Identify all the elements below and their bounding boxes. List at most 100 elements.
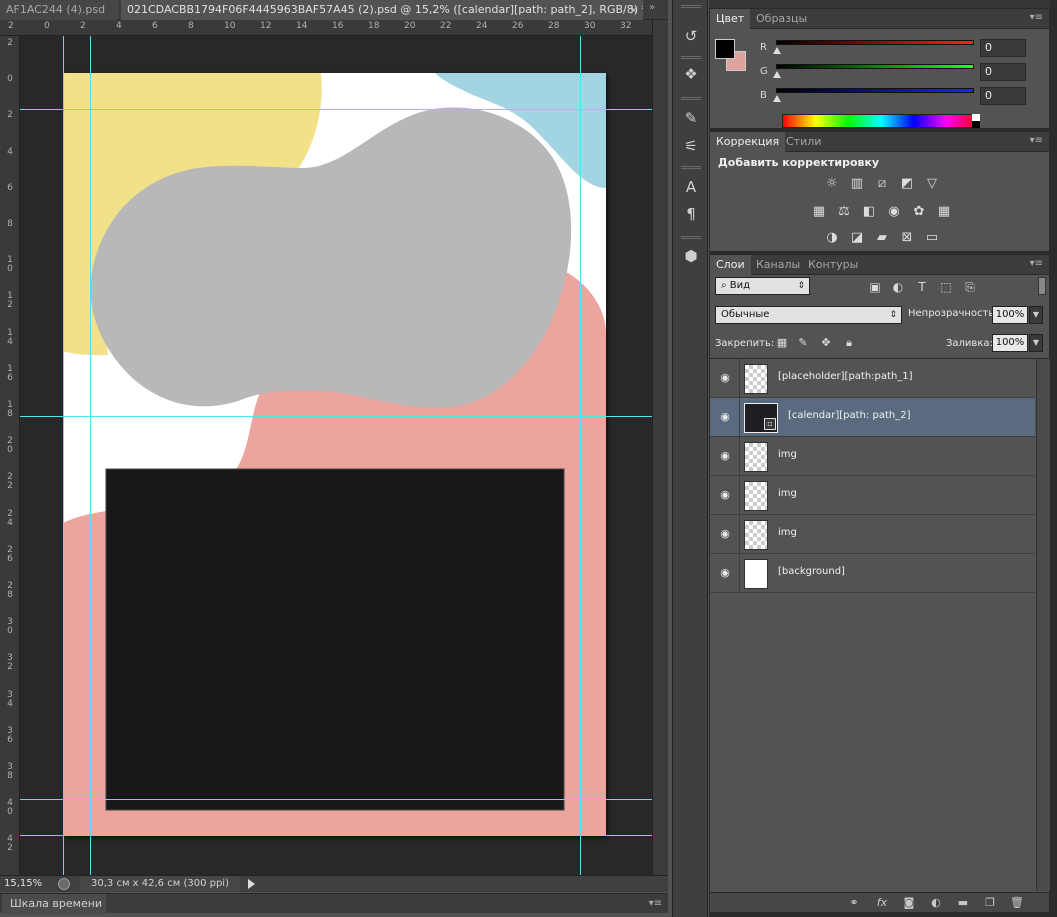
color-lookup-icon[interactable]: ▦ — [935, 204, 953, 220]
lock-all-icon[interactable]: 🔒︎ — [842, 336, 856, 350]
filter-smart-object-icon[interactable]: ⎘ — [962, 279, 978, 295]
blend-mode-select[interactable]: Обычные ⇕ — [715, 306, 902, 324]
delete-icon[interactable]: 🗑︎ — [1009, 895, 1025, 911]
red-slider-thumb[interactable] — [773, 47, 781, 54]
layer-kind-filter[interactable]: ⌕ Вид ⇕ — [715, 277, 810, 295]
guide-vertical[interactable] — [63, 36, 64, 875]
hue-saturation-icon[interactable]: ▦ — [810, 204, 828, 220]
red-value-field[interactable]: 0 — [980, 39, 1026, 57]
tab-styles[interactable]: Стили — [780, 132, 827, 152]
green-value-field[interactable]: 0 — [980, 63, 1026, 81]
green-channel-slider[interactable] — [776, 64, 974, 69]
blue-channel-slider[interactable] — [776, 88, 974, 93]
panel-menu-icon[interactable]: ▾≡ — [1030, 135, 1043, 146]
dock-grip[interactable] — [681, 166, 701, 169]
tab-layers[interactable]: Слои — [710, 255, 751, 275]
3d-object-icon[interactable]: ❖ — [678, 62, 704, 86]
document-tab-1[interactable]: AF1AC244 (4).psd — [0, 0, 118, 20]
lock-pixels-icon[interactable]: ✎ — [796, 336, 810, 350]
canvas-area[interactable] — [20, 36, 652, 875]
character-icon[interactable]: A — [678, 175, 704, 199]
black-white-icon[interactable]: ◧ — [860, 204, 878, 220]
ruler-vertical[interactable]: 2 0 2 4 6 8 1 0 1 2 1 4 1 6 1 8 2 0 2 2 2 4 2 6 2 8 3 0 3… — [0, 36, 20, 875]
panel-dock-grip[interactable] — [709, 0, 1050, 8]
brush-presets-icon[interactable]: ✎ — [678, 106, 704, 130]
threshold-icon[interactable]: ▰ — [873, 230, 891, 246]
exposure-icon[interactable]: ◩ — [898, 176, 916, 192]
layer-row[interactable]: ◉ img — [710, 476, 1035, 515]
tab-adjustments[interactable]: Коррекция — [710, 132, 786, 152]
blue-slider-thumb[interactable] — [773, 95, 781, 102]
document-canvas[interactable] — [63, 73, 606, 836]
tab-swatches[interactable]: Образцы — [750, 9, 813, 29]
visibility-eye-icon[interactable]: ◉ — [717, 410, 733, 424]
guide-vertical[interactable] — [580, 36, 581, 875]
guide-horizontal[interactable] — [20, 799, 652, 800]
filter-pixel-icon[interactable]: ▣ — [867, 279, 883, 295]
close-tab-icon[interactable]: × — [629, 0, 639, 20]
ruler-horizontal[interactable]: 2 0 2 4 6 8 10 12 14 16 18 20 22 24 26 28 30 32 — [0, 20, 652, 36]
selective-color-icon[interactable]: ⊠ — [898, 230, 916, 246]
panel-menu-icon[interactable]: ▾≡ — [649, 898, 662, 909]
double-chevron-right-icon[interactable]: » — [649, 2, 655, 13]
panel-menu-icon[interactable]: ▾≡ — [1030, 12, 1043, 23]
panel-menu-icon[interactable]: ▾≡ — [1030, 258, 1043, 269]
filter-toggle-switch[interactable] — [1038, 277, 1046, 295]
zoom-field[interactable]: 15,15% — [4, 876, 50, 892]
opacity-dropdown-icon[interactable]: ▼ — [1029, 306, 1043, 324]
history-brush-icon[interactable]: ↺ — [678, 24, 704, 48]
visibility-eye-icon[interactable]: ◉ — [717, 527, 733, 541]
tab-channels[interactable]: Каналы — [750, 255, 806, 275]
red-channel-slider[interactable] — [776, 40, 974, 45]
timeline-tab[interactable]: Шкала времени — [2, 894, 106, 914]
guide-horizontal[interactable] — [20, 416, 652, 417]
status-info-icon[interactable] — [58, 878, 70, 890]
curves-icon[interactable]: ⧄ — [873, 176, 891, 192]
dock-grip[interactable] — [681, 56, 701, 59]
clone-source-icon[interactable]: ⚟ — [678, 134, 704, 158]
lock-position-icon[interactable]: ✥ — [819, 336, 833, 350]
gradient-map-icon[interactable]: ▭ — [923, 230, 941, 246]
posterize-icon[interactable]: ◪ — [848, 230, 866, 246]
layer-row[interactable]: ◉ img — [710, 515, 1035, 554]
layer-row[interactable]: ◉ img — [710, 437, 1035, 476]
fill-field[interactable]: 100% — [992, 334, 1028, 352]
add-mask-icon[interactable]: ◙ — [901, 895, 917, 911]
fill-dropdown-icon[interactable]: ▼ — [1029, 334, 1043, 352]
photo-filter-icon[interactable]: ◉ — [885, 204, 903, 220]
invert-icon[interactable]: ◑ — [823, 230, 841, 246]
layer-row[interactable]: ◉ [background] — [710, 554, 1035, 593]
dock-grip[interactable] — [681, 97, 701, 100]
opacity-field[interactable]: 100% — [992, 306, 1028, 324]
tab-color[interactable]: Цвет — [710, 9, 751, 29]
green-slider-thumb[interactable] — [773, 71, 781, 78]
guide-horizontal[interactable] — [20, 835, 652, 836]
levels-icon[interactable]: ▥ — [848, 176, 866, 192]
layer-row[interactable]: ◉ [placeholder][path:path_1] — [710, 359, 1035, 398]
fx-icon[interactable]: fx — [874, 895, 890, 911]
filter-shape-icon[interactable]: ⬚ — [938, 279, 954, 295]
dock-grip[interactable] — [681, 236, 701, 239]
black-white-ramp[interactable] — [972, 114, 980, 128]
guide-horizontal[interactable] — [20, 109, 652, 110]
visibility-eye-icon[interactable]: ◉ — [717, 371, 733, 385]
paragraph-icon[interactable]: ¶ — [678, 202, 704, 226]
blue-value-field[interactable]: 0 — [980, 87, 1026, 105]
tab-paths[interactable]: Контуры — [802, 255, 864, 275]
link-layers-icon[interactable]: ⚭ — [846, 895, 862, 911]
visibility-eye-icon[interactable]: ◉ — [717, 488, 733, 502]
guide-vertical[interactable] — [90, 36, 91, 875]
lock-transparency-icon[interactable]: ▦ — [775, 336, 789, 350]
new-layer-icon[interactable]: ❐ — [982, 895, 998, 911]
new-adjustment-icon[interactable]: ◐ — [928, 895, 944, 911]
layers-scrollbar[interactable] — [1036, 359, 1050, 891]
vibrance-icon[interactable]: ▽ — [923, 176, 941, 192]
visibility-eye-icon[interactable]: ◉ — [717, 449, 733, 463]
layer-row[interactable]: ◉ ▫ [calendar][path: path_2] — [710, 398, 1035, 437]
color-spectrum-ramp[interactable] — [782, 114, 980, 128]
channel-mixer-icon[interactable]: ✿ — [910, 204, 928, 220]
canvas-scrollbar[interactable] — [652, 20, 668, 875]
color-balance-icon[interactable]: ⚖ — [835, 204, 853, 220]
3d-cube-icon[interactable]: ⬢ — [678, 244, 704, 268]
new-group-icon[interactable]: ▬ — [955, 895, 971, 911]
